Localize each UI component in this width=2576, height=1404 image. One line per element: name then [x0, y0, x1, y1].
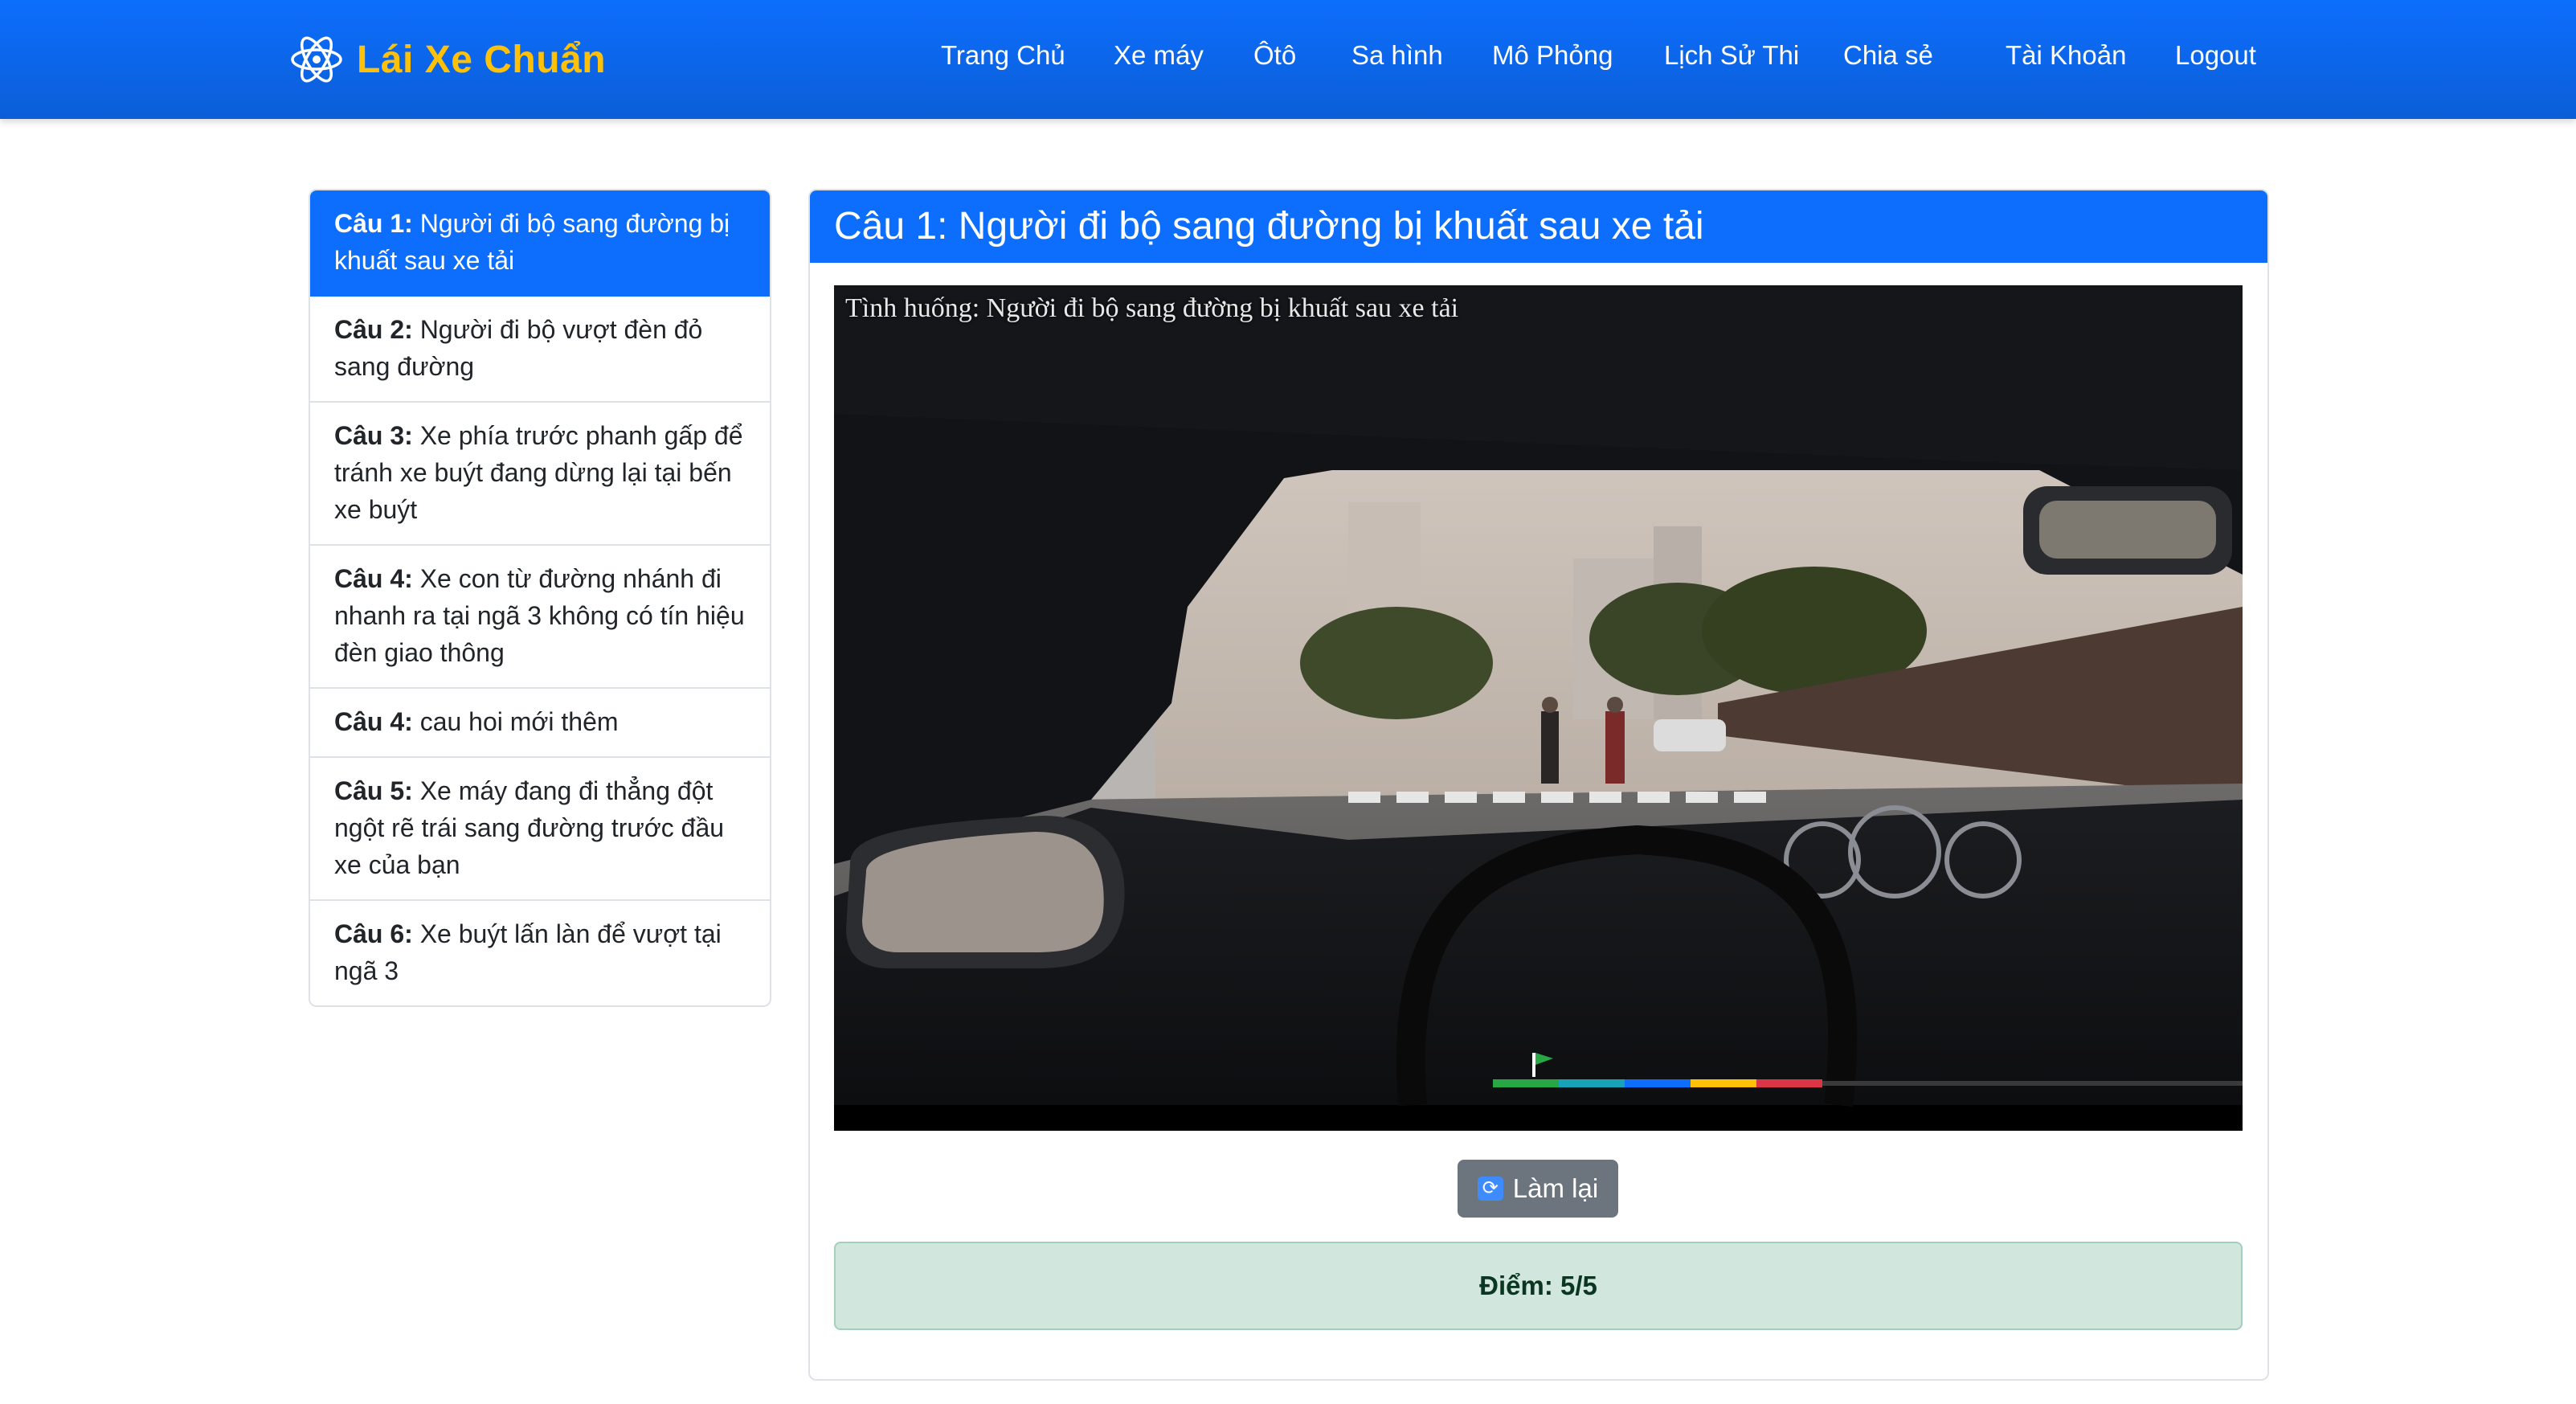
question-item-6[interactable]: Câu 6: Xe buýt lấn làn để vượt tại ngã 3: [310, 901, 770, 1005]
video-caption: Tình huống: Người đi bộ sang đường bị kh…: [845, 293, 1459, 323]
top-navbar: Lái Xe Chuẩn Trang Chủ Xe máy Ôtô Sa hìn…: [0, 0, 2576, 119]
nav-exam-history[interactable]: Lịch Sử Thi: [1664, 40, 1799, 71]
driving-scene: [834, 285, 2243, 1131]
question-title: Câu 1: Người đi bộ sang đường bị khuất s…: [810, 190, 2267, 263]
question-number: Câu 4:: [334, 707, 413, 736]
question-number: Câu 5:: [334, 776, 413, 805]
question-number: Câu 2:: [334, 315, 413, 344]
question-item-3[interactable]: Câu 3: Xe phía trước phanh gấp để tránh …: [310, 403, 770, 546]
question-number: Câu 4:: [334, 564, 413, 593]
nav-simulation[interactable]: Mô Phỏng: [1492, 40, 1613, 71]
nav-course[interactable]: Sa hình: [1351, 40, 1443, 71]
atom-logo-icon: [291, 36, 342, 83]
brand-logo-link[interactable]: Lái Xe Chuẩn: [288, 29, 606, 90]
question-card: Câu 1: Người đi bộ sang đường bị khuất s…: [808, 189, 2269, 1381]
question-item-1[interactable]: Câu 1: Người đi bộ sang đường bị khuất s…: [310, 190, 770, 297]
question-item-4b[interactable]: Câu 4: cau hoi mới thêm: [310, 689, 770, 758]
refresh-icon: ⟳: [1477, 1177, 1503, 1201]
brand-name: Lái Xe Chuẩn: [357, 38, 607, 81]
simulation-video-player[interactable]: Tình huống: Người đi bộ sang đường bị kh…: [834, 285, 2243, 1131]
question-item-4[interactable]: Câu 4: Xe con từ đường nhánh đi nhanh ra…: [310, 546, 770, 689]
score-alert: Điểm: 5/5: [834, 1242, 2243, 1330]
question-item-5[interactable]: Câu 5: Xe máy đang đi thẳng đột ngột rẽ …: [310, 758, 770, 901]
nav-home[interactable]: Trang Chủ: [941, 40, 1065, 71]
nav-car[interactable]: Ôtô: [1253, 40, 1296, 71]
nav-account[interactable]: Tài Khoản: [2006, 40, 2126, 71]
question-number: Câu 1:: [334, 209, 413, 238]
redo-button-label: Làm lại: [1512, 1173, 1599, 1203]
nav-motorbike[interactable]: Xe máy: [1114, 40, 1204, 71]
nav-share[interactable]: Chia sẻ: [1843, 40, 1933, 71]
question-number: Câu 3:: [334, 421, 413, 450]
question-number: Câu 6:: [334, 919, 413, 948]
redo-button[interactable]: ⟳ Làm lại: [1458, 1160, 1618, 1218]
question-list: Câu 1: Người đi bộ sang đường bị khuất s…: [309, 189, 771, 1007]
nav-logout[interactable]: Logout: [2175, 40, 2256, 71]
question-text: cau hoi mới thêm: [412, 707, 619, 736]
question-item-2[interactable]: Câu 2: Người đi bộ vượt đèn đỏ sang đườn…: [310, 297, 770, 403]
